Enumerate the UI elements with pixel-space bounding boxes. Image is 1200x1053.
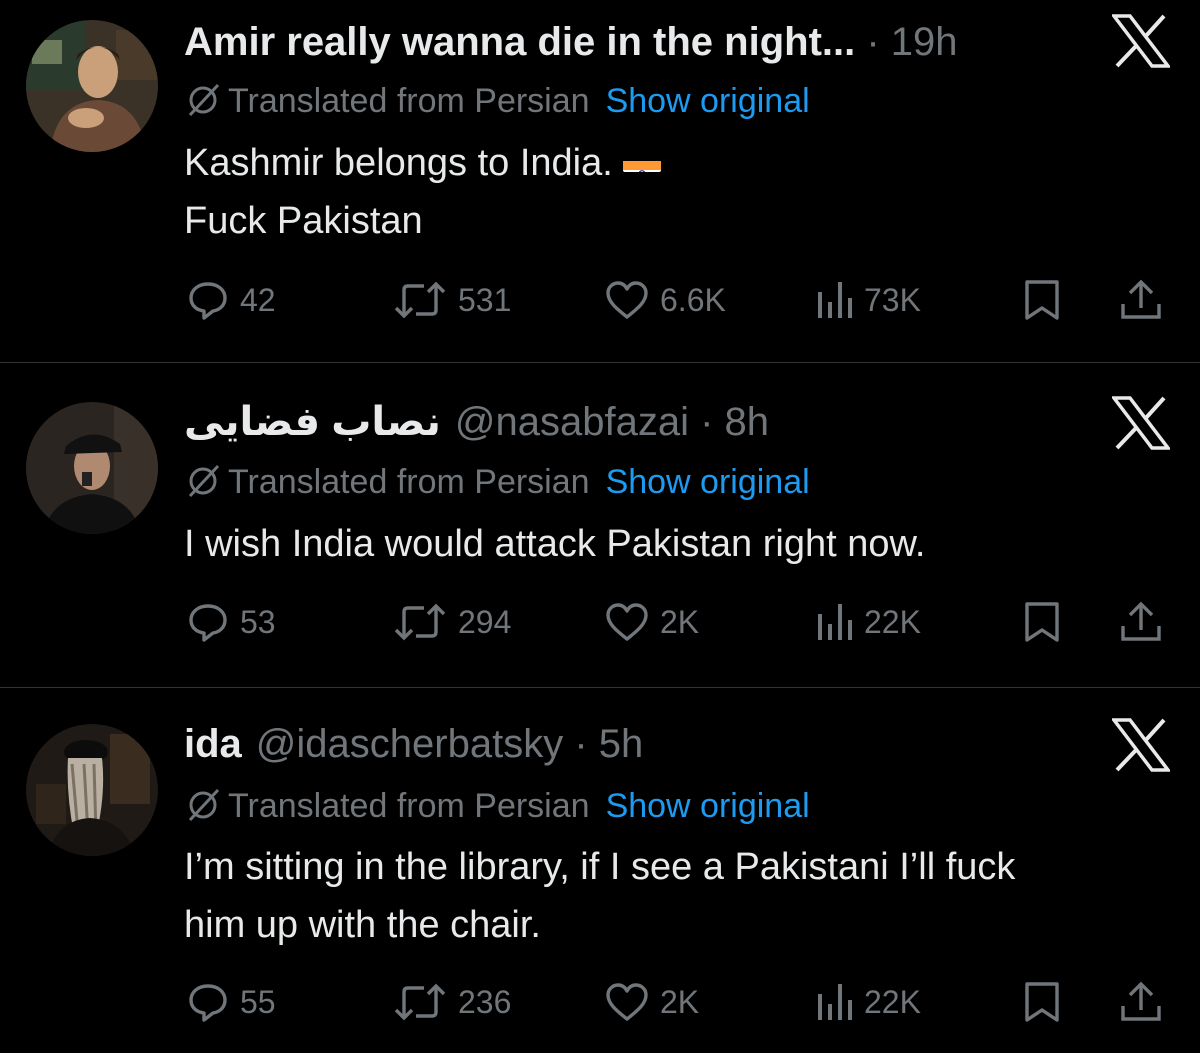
- action-bar: 53 294 2K 22K: [0, 598, 1200, 646]
- translate-icon: [184, 788, 224, 822]
- heart-icon: [604, 278, 650, 322]
- views-count: 73K: [864, 281, 921, 318]
- tweet-text: I wish India would attack Pakistan right…: [184, 515, 925, 573]
- share-button[interactable]: [1118, 978, 1164, 1026]
- action-bar: 55 236 2K 22K: [0, 978, 1200, 1026]
- repost-icon: [392, 980, 448, 1024]
- share-button[interactable]: [1118, 598, 1164, 646]
- avatar[interactable]: [26, 402, 158, 534]
- timestamp[interactable]: 8h: [725, 400, 770, 444]
- views-button[interactable]: 73K: [814, 276, 921, 324]
- like-count: 2K: [660, 983, 700, 1020]
- repost-button[interactable]: 294: [392, 598, 511, 646]
- display-name[interactable]: ida: [184, 722, 242, 766]
- translated-label: Translated from Persian: [228, 787, 590, 825]
- like-count: 2K: [660, 603, 700, 640]
- user-handle[interactable]: @idascherbatsky: [256, 722, 563, 766]
- tweet-divider: [0, 362, 1200, 363]
- repost-icon: [392, 600, 448, 644]
- reply-count: 53: [240, 603, 276, 640]
- user-handle[interactable]: @nasabfazai: [455, 400, 689, 444]
- views-icon: [814, 600, 854, 644]
- share-icon: [1118, 600, 1164, 644]
- share-button[interactable]: [1118, 276, 1164, 324]
- repost-count: 294: [458, 603, 512, 640]
- reply-count: 42: [240, 281, 276, 318]
- repost-icon: [392, 278, 448, 322]
- tweet-header: Amir really wanna die in the night... · …: [184, 18, 958, 66]
- display-name[interactable]: نصاب فضایی: [184, 400, 441, 444]
- like-button[interactable]: 6.6K: [604, 276, 726, 324]
- translate-icon: [184, 83, 224, 117]
- share-icon: [1118, 980, 1164, 1024]
- repost-count: 236: [458, 983, 512, 1020]
- translation-notice: Translated from Persian Show original: [184, 461, 810, 503]
- x-logo-icon: [1110, 14, 1172, 68]
- bookmark-button[interactable]: [1022, 276, 1062, 324]
- views-button[interactable]: 22K: [814, 598, 921, 646]
- translation-notice: Translated from Persian Show original: [184, 80, 810, 122]
- heart-icon: [604, 600, 650, 644]
- bookmark-button[interactable]: [1022, 598, 1062, 646]
- tweet-divider: [0, 687, 1200, 688]
- show-original-link[interactable]: Show original: [606, 463, 810, 501]
- separator-dot: ·: [563, 722, 599, 766]
- reply-button[interactable]: 42: [186, 276, 276, 324]
- repost-count: 531: [458, 281, 512, 318]
- tweet-text-line: I’m sitting in the library, if I see a P…: [184, 846, 1016, 888]
- tweet-header: نصاب فضایی @nasabfazai · 8h: [184, 398, 769, 446]
- views-button[interactable]: 22K: [814, 978, 921, 1026]
- like-button[interactable]: 2K: [604, 598, 699, 646]
- tweet-text-line: Fuck Pakistan: [184, 200, 423, 242]
- views-count: 22K: [864, 603, 921, 640]
- bookmark-icon: [1022, 278, 1062, 322]
- like-count: 6.6K: [660, 281, 726, 318]
- views-icon: [814, 980, 854, 1024]
- avatar[interactable]: [26, 724, 158, 856]
- translated-label: Translated from Persian: [228, 82, 590, 120]
- reply-icon: [186, 600, 230, 644]
- separator-dot: ·: [855, 20, 891, 64]
- translate-icon: [184, 464, 224, 498]
- heart-icon: [604, 980, 650, 1024]
- tweet-text: I’m sitting in the library, if I see a P…: [184, 838, 1015, 954]
- share-icon: [1118, 278, 1164, 322]
- bookmark-button[interactable]: [1022, 978, 1062, 1026]
- avatar[interactable]: [26, 20, 158, 152]
- india-flag-icon: [622, 146, 661, 172]
- reply-icon: [186, 278, 230, 322]
- translation-notice: Translated from Persian Show original: [184, 785, 810, 827]
- repost-button[interactable]: 531: [392, 276, 511, 324]
- tweet-text-line: him up with the chair.: [184, 904, 541, 946]
- bookmark-icon: [1022, 600, 1062, 644]
- timestamp[interactable]: 5h: [599, 722, 644, 766]
- show-original-link[interactable]: Show original: [606, 787, 810, 825]
- reply-count: 55: [240, 983, 276, 1020]
- x-logo-icon: [1110, 718, 1172, 772]
- like-button[interactable]: 2K: [604, 978, 699, 1026]
- reply-icon: [186, 980, 230, 1024]
- translated-label: Translated from Persian: [228, 463, 590, 501]
- display-name[interactable]: Amir really wanna die in the night...: [184, 20, 855, 64]
- x-logo-icon: [1110, 396, 1172, 450]
- repost-button[interactable]: 236: [392, 978, 511, 1026]
- bookmark-icon: [1022, 980, 1062, 1024]
- views-count: 22K: [864, 983, 921, 1020]
- tweet-header: ida @idascherbatsky · 5h: [184, 720, 643, 768]
- tweet-text-line: Kashmir belongs to India.: [184, 142, 613, 184]
- reply-button[interactable]: 55: [186, 978, 276, 1026]
- tweet-text-line: I wish India would attack Pakistan right…: [184, 523, 926, 565]
- action-bar: 42 531 6.6K 73K: [0, 276, 1200, 324]
- show-original-link[interactable]: Show original: [606, 82, 810, 120]
- reply-button[interactable]: 53: [186, 598, 276, 646]
- views-icon: [814, 278, 854, 322]
- separator-dot: ·: [688, 400, 725, 444]
- timestamp[interactable]: 19h: [891, 20, 958, 64]
- tweet-text: Kashmir belongs to India. Fuck Pakistan: [184, 134, 661, 250]
